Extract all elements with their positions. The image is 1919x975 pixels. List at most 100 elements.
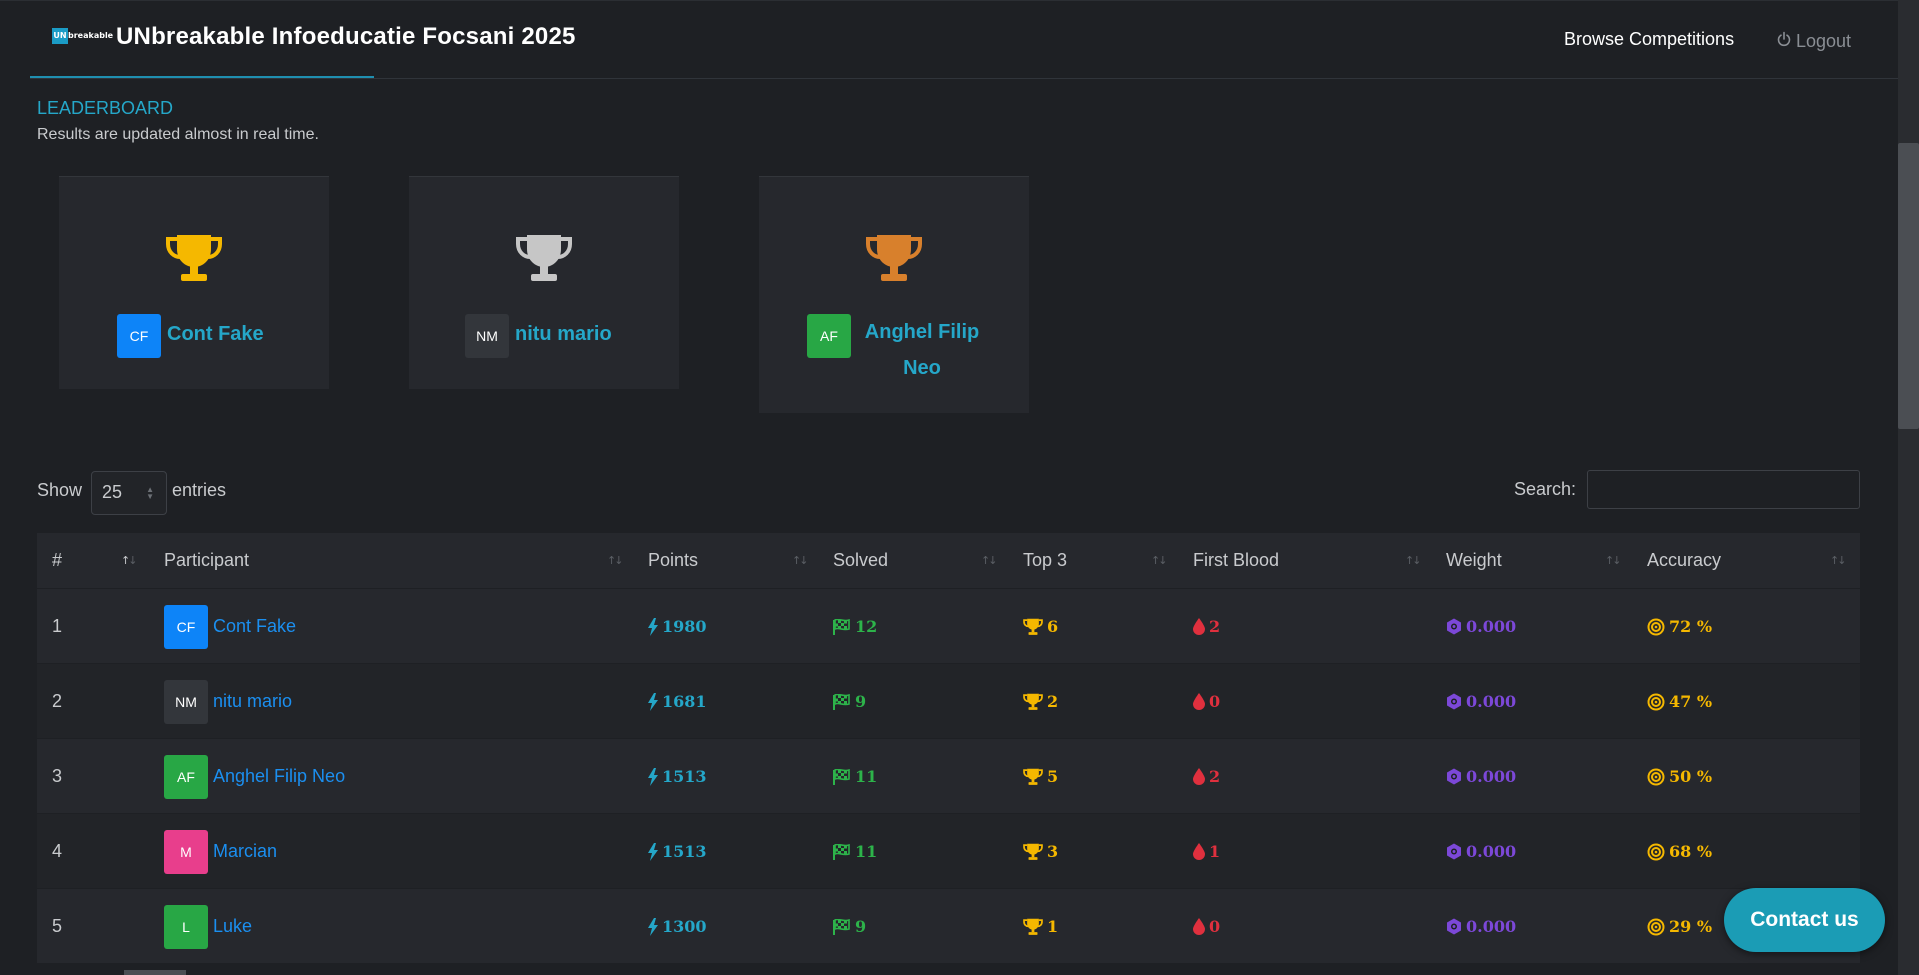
target-icon <box>1647 693 1665 710</box>
sort-icon[interactable]: ↑↓ <box>1151 554 1168 567</box>
participant-link[interactable]: Marcian <box>213 841 277 862</box>
participant-link[interactable]: Cont Fake <box>213 616 296 637</box>
logout-label: Logout <box>1796 31 1852 51</box>
first-blood-value: 2 <box>1209 767 1221 786</box>
blood-drop-icon <box>1193 768 1205 785</box>
entries-per-page-select[interactable]: 25 ▲ ▼ <box>91 471 167 515</box>
gold-trophy-icon <box>165 233 223 289</box>
table-row: 3 AF Anghel Filip Neo 1513 11 5 2 0.000 … <box>37 739 1860 814</box>
trophy-icon <box>1023 618 1043 635</box>
col-solved-header[interactable]: Solved <box>833 550 888 571</box>
rank-cell: 3 <box>52 766 63 786</box>
first-blood-cell: 0 <box>1193 917 1220 936</box>
weight-cell: 0.000 <box>1446 617 1516 636</box>
vertical-scrollbar-thumb[interactable] <box>1898 143 1919 429</box>
brand-logo-text: breakable <box>68 31 114 40</box>
solved-cell: 11 <box>833 767 877 786</box>
top3-value: 1 <box>1047 917 1059 936</box>
points-cell: 1300 <box>648 917 707 936</box>
select-arrows-icon: ▲ ▼ <box>146 485 154 501</box>
solved-cell: 11 <box>833 842 877 861</box>
first-blood-cell: 0 <box>1193 692 1220 711</box>
logout-link[interactable]: Logout <box>1776 31 1851 52</box>
checkered-flag-icon <box>833 918 850 935</box>
participant-link[interactable]: Anghel Filip Neo <box>213 766 345 787</box>
first-blood-value: 1 <box>1209 842 1221 861</box>
rank-cell: 4 <box>52 841 63 861</box>
first-blood-cell: 1 <box>1193 842 1220 861</box>
accuracy-value: 47 % <box>1669 692 1713 711</box>
weight-cell: 0.000 <box>1446 917 1516 936</box>
first-blood-value: 0 <box>1209 917 1221 936</box>
solved-cell: 9 <box>833 692 866 711</box>
browse-competitions-link[interactable]: Browse Competitions <box>1564 29 1734 50</box>
brand-logo-mark: UN <box>52 28 68 44</box>
sort-icon[interactable]: ↑↓ <box>1405 554 1422 567</box>
solved-value: 11 <box>855 842 878 861</box>
participant-cell: M Marcian <box>164 814 277 889</box>
bolt-icon <box>648 617 658 636</box>
weight-value: 0.000 <box>1466 917 1517 936</box>
points-value: 1980 <box>662 617 707 636</box>
col-participant-header[interactable]: Participant <box>164 550 249 571</box>
podium-third-name[interactable]: Anghel Filip Neo <box>857 314 987 386</box>
points-value: 1513 <box>662 767 707 786</box>
sort-icon[interactable]: ↑↓ <box>1605 554 1622 567</box>
blood-drop-icon <box>1193 618 1205 635</box>
participant-link[interactable]: nitu mario <box>213 691 292 712</box>
accuracy-cell: 72 % <box>1647 617 1712 636</box>
solved-value: 9 <box>855 917 867 936</box>
col-weight-header[interactable]: Weight <box>1446 550 1502 571</box>
participant-link[interactable]: Luke <box>213 916 252 937</box>
points-value: 1513 <box>662 842 707 861</box>
horizontal-scrollbar-thumb[interactable] <box>124 970 186 975</box>
col-points-header[interactable]: Points <box>648 550 698 571</box>
leaderboard-title: LEADERBOARD <box>37 98 174 118</box>
target-icon <box>1647 768 1665 785</box>
col-first-blood-header[interactable]: First Blood <box>1193 550 1279 571</box>
top-navbar: UN breakable UNbreakable Infoeducatie Fo… <box>0 0 1898 79</box>
bolt-icon <box>648 692 658 711</box>
blood-drop-icon <box>1193 843 1205 860</box>
podium-first-name[interactable]: Cont Fake <box>167 314 264 354</box>
silver-trophy-icon <box>515 233 573 289</box>
sort-asc-icon[interactable]: ↑↓ <box>121 554 138 567</box>
podium-first-participant[interactable]: CF Cont Fake <box>117 314 264 358</box>
col-top3-header[interactable]: Top 3 <box>1023 550 1067 571</box>
sort-icon[interactable]: ↑↓ <box>792 554 809 567</box>
sort-icon[interactable]: ↑↓ <box>1830 554 1847 567</box>
blood-drop-icon <box>1193 918 1205 935</box>
podium-third-participant[interactable]: AF Anghel Filip Neo <box>807 314 997 386</box>
col-rank-header[interactable]: # <box>52 550 62 571</box>
brand[interactable]: UN breakable UNbreakable Infoeducatie Fo… <box>52 23 576 51</box>
blood-drop-icon <box>1193 693 1205 710</box>
table-row: 4 M Marcian 1513 11 3 1 0.000 68 % <box>37 814 1860 889</box>
weight-hex-icon <box>1447 693 1461 710</box>
podium-second-name[interactable]: nitu mario <box>515 314 612 354</box>
participant-cell: AF Anghel Filip Neo <box>164 739 345 814</box>
rank-cell: 5 <box>52 916 63 936</box>
target-icon <box>1647 618 1665 635</box>
sort-icon[interactable]: ↑↓ <box>607 554 624 567</box>
top3-cell: 1 <box>1023 917 1058 936</box>
bolt-icon <box>648 917 658 936</box>
checkered-flag-icon <box>833 843 850 860</box>
table-header: # ↑↓ Participant ↑↓ Points ↑↓ Solved ↑↓ … <box>37 533 1860 589</box>
avatar: M <box>164 829 208 874</box>
podium-second-participant[interactable]: NM nitu mario <box>465 314 612 358</box>
accuracy-cell: 47 % <box>1647 692 1712 711</box>
col-accuracy-header[interactable]: Accuracy <box>1647 550 1721 571</box>
checkered-flag-icon <box>833 768 850 785</box>
contact-us-button[interactable]: Contact us <box>1724 888 1885 952</box>
avatar: NM <box>465 314 509 358</box>
sort-icon[interactable]: ↑↓ <box>981 554 998 567</box>
trophy-icon <box>1023 693 1043 710</box>
top3-cell: 3 <box>1023 842 1058 861</box>
avatar: AF <box>164 754 208 799</box>
points-value: 1681 <box>662 692 707 711</box>
show-label: Show <box>37 480 83 500</box>
avatar: NM <box>164 679 208 724</box>
top3-cell: 2 <box>1023 692 1058 711</box>
trophy-icon <box>1023 843 1043 860</box>
search-input[interactable] <box>1587 470 1860 509</box>
